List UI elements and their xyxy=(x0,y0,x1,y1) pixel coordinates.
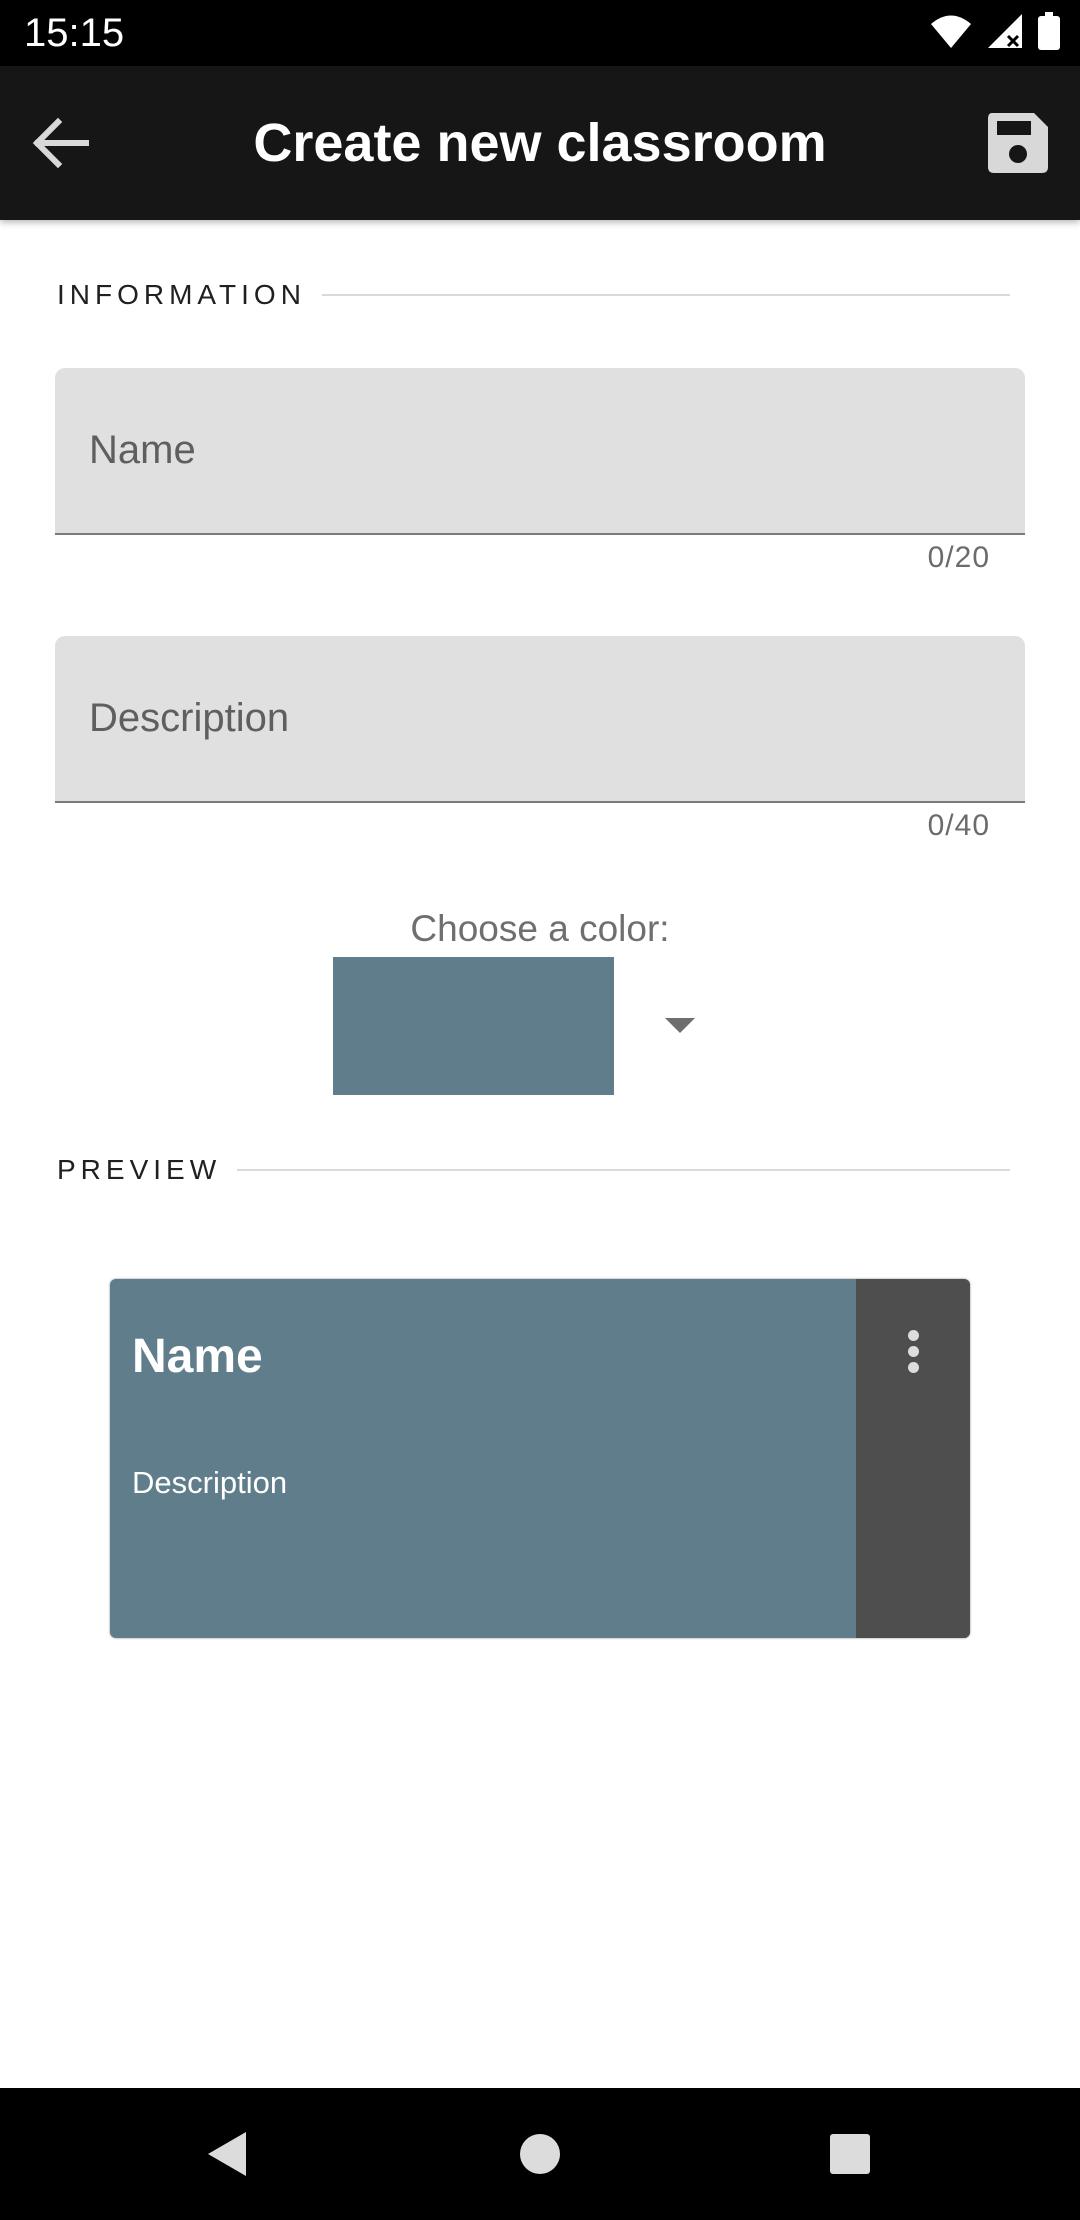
wifi-icon xyxy=(930,13,972,54)
more-vert-icon[interactable] xyxy=(886,1309,940,1393)
status-icons xyxy=(930,11,1060,55)
description-char-counter: 0/40 xyxy=(927,809,990,842)
dropdown-arrow-icon[interactable] xyxy=(665,1018,695,1033)
save-icon xyxy=(988,113,1048,173)
home-circle-icon xyxy=(520,2134,560,2174)
color-swatch[interactable] xyxy=(333,957,614,1095)
card-menu-strip xyxy=(856,1279,970,1638)
back-button[interactable] xyxy=(20,103,100,183)
battery-icon xyxy=(1038,11,1060,55)
preview-section-label: PREVIEW xyxy=(57,1154,222,1185)
classroom-preview-card[interactable]: Name Description xyxy=(110,1279,970,1638)
information-section-label: INFORMATION xyxy=(57,279,306,310)
status-time: 15:15 xyxy=(24,11,125,55)
arrow-back-icon xyxy=(32,117,89,169)
nav-home-button[interactable] xyxy=(507,2121,573,2187)
nav-back-button[interactable] xyxy=(193,2121,259,2187)
nav-recents-button[interactable] xyxy=(817,2121,883,2187)
recents-square-icon xyxy=(830,2134,870,2174)
status-bar: 15:15 xyxy=(0,0,1080,66)
app-bar: Create new classroom xyxy=(0,66,1080,220)
section-divider xyxy=(321,294,1010,296)
signal-icon xyxy=(986,12,1024,55)
back-triangle-icon xyxy=(208,2132,246,2176)
name-field-placeholder: Name xyxy=(89,428,196,472)
preview-section-header: PREVIEW xyxy=(57,1150,1010,1190)
card-title: Name xyxy=(132,1330,263,1383)
page-title: Create new classroom xyxy=(253,113,827,173)
description-field-placeholder: Description xyxy=(89,696,290,740)
navigation-bar xyxy=(0,2088,1080,2220)
section-divider xyxy=(237,1169,1010,1171)
description-field[interactable]: Description xyxy=(55,636,1025,803)
name-char-counter: 0/20 xyxy=(927,541,990,574)
card-description: Description xyxy=(132,1465,288,1500)
information-section-header: INFORMATION xyxy=(57,275,1010,315)
name-field[interactable]: Name xyxy=(55,368,1025,535)
color-label: Choose a color: xyxy=(410,908,670,949)
color-picker-dropdown[interactable] xyxy=(333,957,713,1095)
save-button[interactable] xyxy=(978,103,1058,183)
